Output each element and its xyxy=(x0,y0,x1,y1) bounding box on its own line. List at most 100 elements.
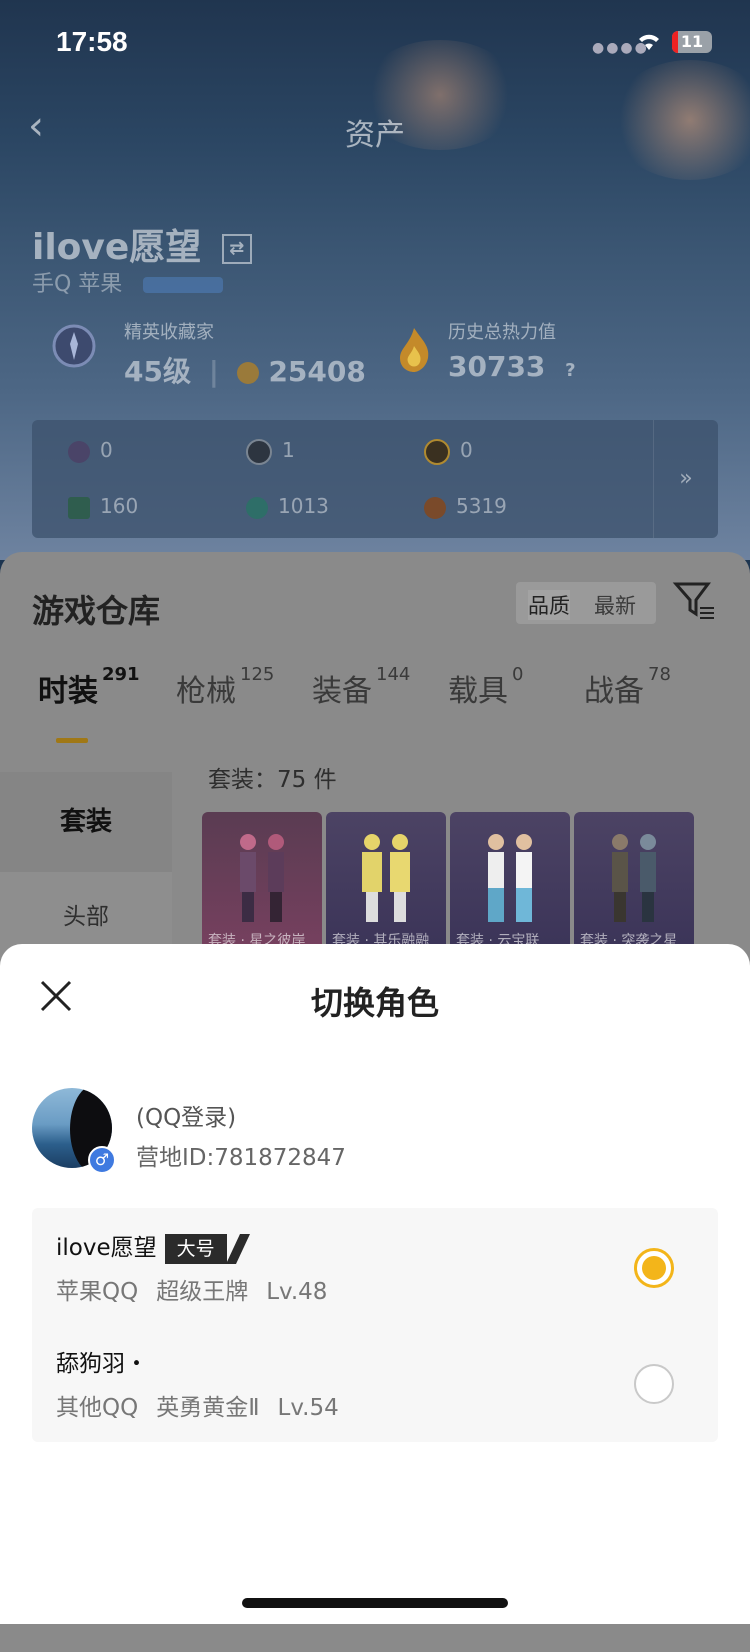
battery-low-indicator xyxy=(672,31,678,53)
resource-item: 160 xyxy=(68,494,138,519)
login-type: (QQ登录) xyxy=(136,1105,237,1131)
status-time: 17:58 xyxy=(56,26,128,57)
gem-icon xyxy=(424,496,446,519)
tab-count: 125 xyxy=(240,664,275,685)
tab-count: 291 xyxy=(102,664,140,685)
tab-label: 枪械 xyxy=(176,674,236,709)
tab-fashion[interactable]: 时装 291 xyxy=(38,664,140,710)
medal-icon xyxy=(424,438,450,465)
outfit-figure-icon xyxy=(362,834,410,922)
heat-stat: 历史总热力值 30733 ? xyxy=(448,318,576,383)
role-name: ilove愿望 xyxy=(56,1235,157,1261)
sheet-title: 切换角色 xyxy=(310,984,439,1022)
collector-values: 45级 | 25408 xyxy=(124,355,366,388)
collector-points: 25408 xyxy=(268,355,366,388)
collector-stat: 精英收藏家 45级 | 25408 xyxy=(124,318,366,390)
coin-badge-icon xyxy=(236,362,259,384)
resource-value: 1013 xyxy=(278,494,329,518)
blurred-link[interactable] xyxy=(143,277,224,293)
set-count: 套装：75 件 xyxy=(208,767,337,793)
role-rank: 英勇黄金Ⅱ xyxy=(156,1395,260,1421)
filter-icon[interactable] xyxy=(672,578,716,622)
outfit-figure-icon xyxy=(612,834,656,922)
male-icon: ♂ xyxy=(88,1146,116,1174)
home-indicator[interactable] xyxy=(242,1598,508,1608)
switch-role-sheet: 切换角色 ♂ (QQ登录) 营地ID:781872847 ilove愿望 大号 苹… xyxy=(0,944,750,1624)
heat-values: 30733 ? xyxy=(448,350,576,383)
tab-count: 78 xyxy=(648,664,671,685)
role-meta: 苹果QQ 超级王牌 Lv.48 xyxy=(56,1272,345,1306)
player-platform: 手Q 苹果 xyxy=(32,266,224,298)
resources-panel: 0 1 0 160 1013 5319 » xyxy=(32,420,718,538)
role-item[interactable]: ilove愿望 大号 苹果QQ 超级王牌 Lv.48 xyxy=(56,1228,696,1338)
outfit-card[interactable]: 套装 · 云宝联 xyxy=(450,812,570,952)
orb-icon xyxy=(246,496,268,519)
sort-newest-button[interactable]: 最新 xyxy=(594,590,636,620)
ticket-icon xyxy=(68,496,90,519)
tab-label: 载具 xyxy=(448,674,508,709)
tab-underline xyxy=(56,738,88,743)
help-icon[interactable]: ? xyxy=(565,360,575,381)
battery-icon: 11 xyxy=(672,31,712,53)
role-item[interactable]: 舔狗羽・ 其他QQ 英勇黄金Ⅱ Lv.54 xyxy=(56,1344,696,1454)
role-name-row: ilove愿望 大号 xyxy=(56,1228,227,1264)
tab-label: 战备 xyxy=(584,674,644,709)
collector-label: 精英收藏家 xyxy=(124,322,214,343)
outfit-figure-icon xyxy=(488,834,532,922)
card-icon xyxy=(68,440,90,463)
battery-level: 11 xyxy=(680,32,704,51)
tab-equipment[interactable]: 装备 144 xyxy=(312,664,411,710)
heat-label: 历史总热力值 xyxy=(448,322,556,343)
resource-item: 5319 xyxy=(424,494,507,519)
resource-value: 0 xyxy=(100,438,113,462)
role-radio-selected[interactable] xyxy=(634,1248,674,1288)
role-radio[interactable] xyxy=(634,1364,674,1404)
category-tabs: 时装 291 枪械 125 装备 144 载具 0 战备 78 xyxy=(0,652,750,712)
camp-id: 营地ID:781872847 xyxy=(136,1145,346,1171)
tab-count: 144 xyxy=(376,664,411,685)
outfit-card[interactable]: 套装 · 其乐融融 xyxy=(326,812,446,952)
heat-value: 30733 xyxy=(448,350,546,383)
resource-value: 0 xyxy=(460,438,473,462)
tab-vehicles[interactable]: 载具 0 xyxy=(448,664,524,710)
role-platform: 苹果QQ xyxy=(56,1279,139,1305)
tab-label: 时装 xyxy=(38,674,98,709)
outfit-figure-icon xyxy=(240,834,284,922)
role-platform: 其他QQ xyxy=(56,1395,139,1421)
tab-weapons[interactable]: 枪械 125 xyxy=(176,664,275,710)
tab-count: 0 xyxy=(512,664,524,685)
tab-supplies[interactable]: 战备 78 xyxy=(584,664,671,710)
outfit-card[interactable]: 套装 · 突袭之星 xyxy=(574,812,694,952)
resource-value: 160 xyxy=(100,494,139,518)
main-account-tag: 大号 xyxy=(164,1233,227,1264)
resource-value: 5319 xyxy=(456,494,507,518)
role-meta: 其他QQ 英勇黄金Ⅱ Lv.54 xyxy=(56,1388,357,1422)
collector-badge-icon xyxy=(52,324,96,368)
player-name-text: ilove愿望 xyxy=(32,227,202,268)
role-level: Lv.48 xyxy=(266,1279,328,1305)
nav-bar: ‹ 资产 xyxy=(0,100,750,160)
resource-item: 0 xyxy=(68,438,113,463)
switch-icon[interactable]: ⇄ xyxy=(221,234,252,264)
warehouse-title: 游戏仓库 xyxy=(32,592,161,630)
player-platform-text: 手Q 苹果 xyxy=(32,272,123,297)
tab-label: 装备 xyxy=(312,674,372,709)
resource-value: 1 xyxy=(282,438,295,462)
outfit-card[interactable]: 套装 · 星之彼岸 xyxy=(202,812,322,952)
coin-icon xyxy=(246,438,272,465)
role-rank: 超级王牌 xyxy=(156,1279,249,1305)
role-list: ilove愿望 大号 苹果QQ 超级王牌 Lv.48 舔狗羽・ 其他QQ 英勇黄金Ⅱ Lv… xyxy=(32,1208,718,1442)
collector-level: 45级 xyxy=(124,355,191,388)
resource-item: 0 xyxy=(424,438,473,465)
role-name-row: 舔狗羽・ xyxy=(56,1344,148,1378)
sort-toggle: 品质 最新 xyxy=(516,582,656,624)
role-level: Lv.54 xyxy=(277,1395,339,1421)
wifi-icon xyxy=(639,34,659,50)
resources-more-button[interactable]: » xyxy=(653,420,718,538)
page-title: 资产 xyxy=(345,118,405,153)
sort-quality-button[interactable]: 品质 xyxy=(528,590,570,620)
flame-icon xyxy=(400,328,429,372)
sidebar-item-set[interactable]: 套装 xyxy=(0,772,172,872)
role-name: 舔狗羽・ xyxy=(56,1351,148,1377)
status-bar: 17:58 ●●●● 11 xyxy=(0,0,750,90)
